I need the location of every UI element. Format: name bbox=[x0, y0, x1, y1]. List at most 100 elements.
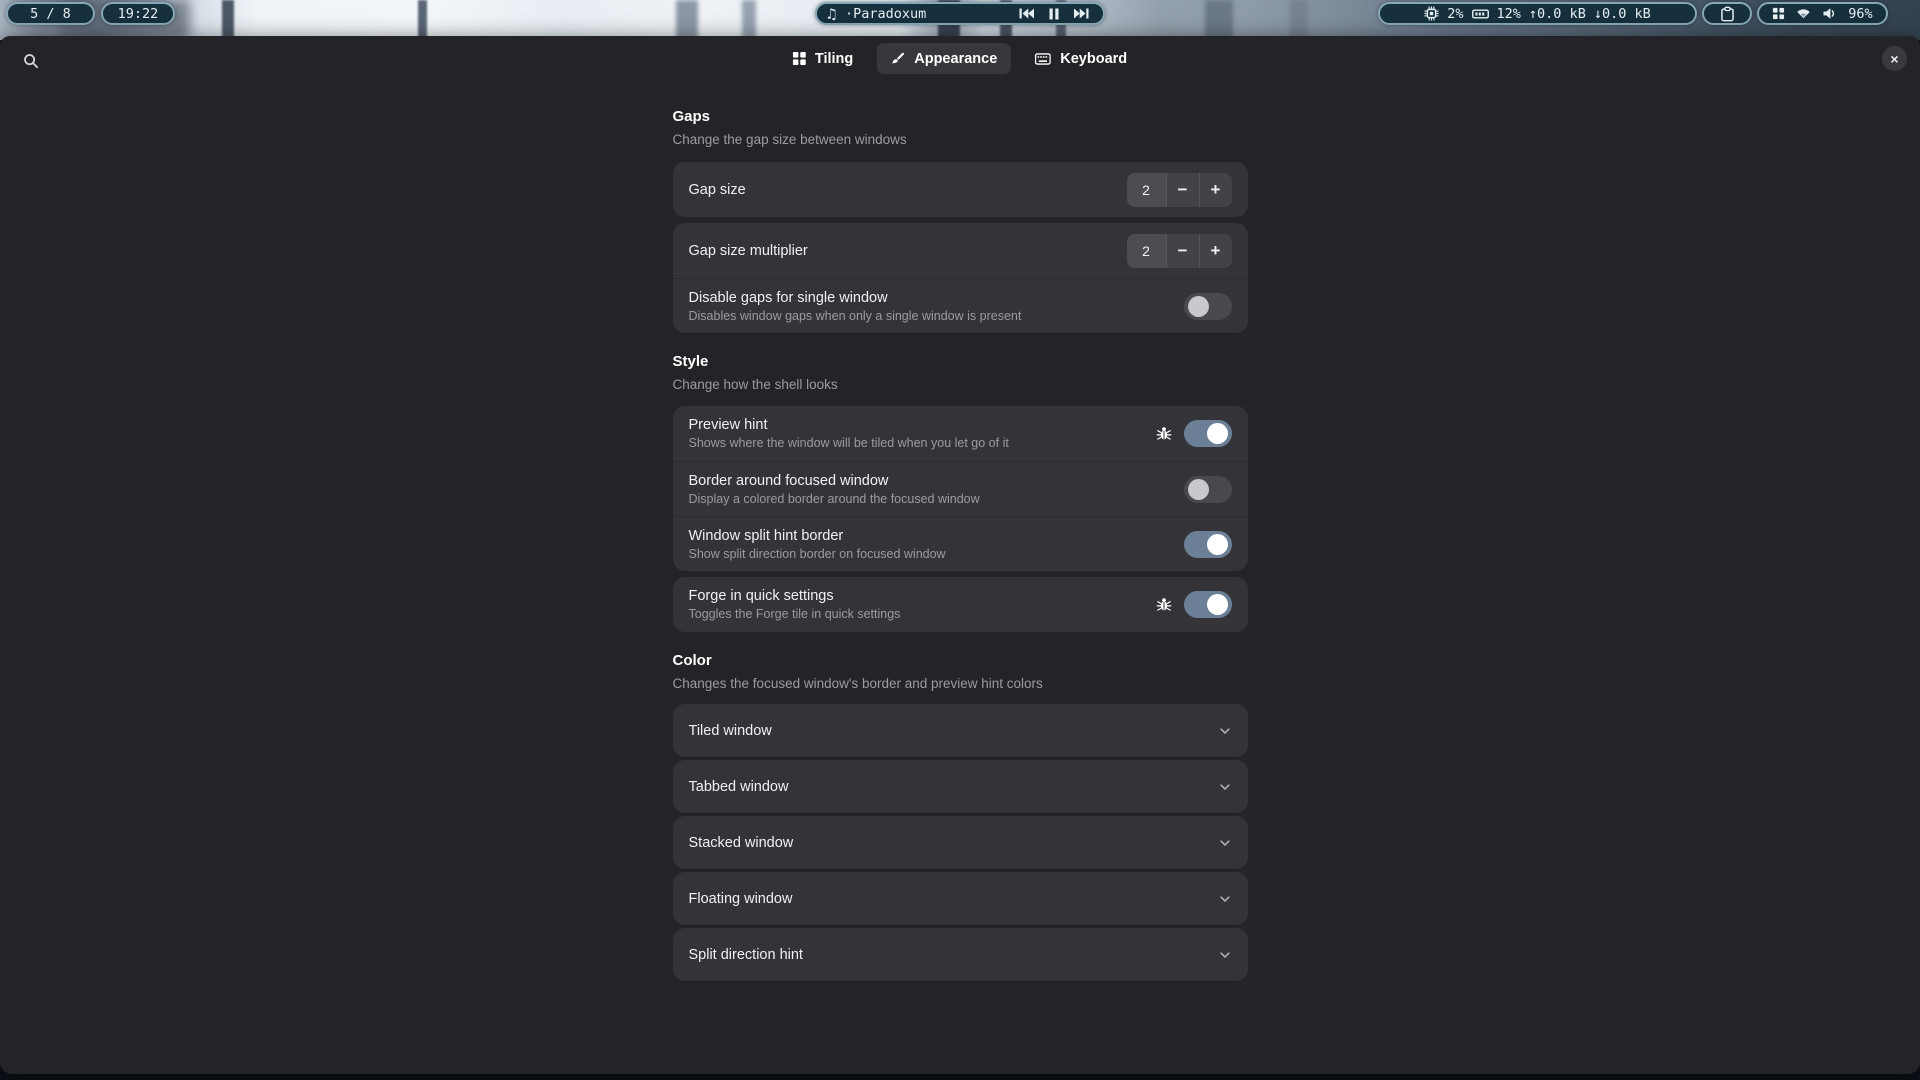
gap-size-value[interactable]: 2 bbox=[1127, 173, 1166, 207]
disable-gaps-single-title: Disable gaps for single window bbox=[689, 289, 1184, 307]
clipboard-pill[interactable] bbox=[1702, 2, 1752, 25]
tab-appearance[interactable]: Appearance bbox=[877, 43, 1011, 74]
disable-gaps-single-toggle[interactable] bbox=[1184, 293, 1232, 320]
gap-size-row: Gap size 2 − + bbox=[673, 162, 1248, 217]
gap-size-card: Gap size 2 − + bbox=[673, 162, 1248, 217]
gap-size-increment-button[interactable]: + bbox=[1199, 173, 1232, 207]
wallpaper-shape bbox=[1205, 0, 1233, 40]
memory-usage: 12% bbox=[1497, 6, 1521, 22]
paintbrush-icon bbox=[891, 52, 905, 66]
tiling-icon bbox=[793, 52, 806, 65]
quick-settings-row: Forge in quick settings Toggles the Forg… bbox=[673, 577, 1248, 632]
style-section-subtitle: Change how the shell looks bbox=[673, 377, 1248, 393]
expander-tabbed-window[interactable]: Tabbed window bbox=[673, 760, 1248, 813]
window-header: Tiling Appearance Keyboard × bbox=[0, 36, 1920, 82]
appearance-page: Gaps Change the gap size between windows… bbox=[673, 108, 1248, 981]
previous-track-icon[interactable] bbox=[1019, 8, 1034, 19]
close-icon: × bbox=[1890, 52, 1898, 66]
battery-percentage: 96% bbox=[1848, 6, 1872, 22]
network-download: ↓0.0 kB bbox=[1594, 6, 1651, 22]
color-section-subtitle: Changes the focused window's border and … bbox=[673, 676, 1248, 692]
tab-tiling-label: Tiling bbox=[815, 51, 853, 67]
system-stats-pill[interactable]: 2% 12% ↑0.0 kB ↓0.0 kB bbox=[1378, 2, 1697, 25]
quick-settings-title: Forge in quick settings bbox=[689, 587, 1156, 605]
workspace-indicator-label: 5 / 8 bbox=[30, 6, 71, 22]
gap-size-label: Gap size bbox=[689, 181, 1127, 199]
music-note-icon: ♫ bbox=[827, 5, 836, 23]
wallpaper-shape bbox=[222, 0, 234, 40]
cpu-usage: 2% bbox=[1447, 6, 1463, 22]
wallpaper-shape bbox=[676, 0, 698, 40]
media-player-pill[interactable]: ♫ ·Paradoxum bbox=[815, 2, 1105, 25]
chevron-down-icon bbox=[1218, 836, 1232, 850]
gap-multiplier-spinbutton: 2 − + bbox=[1127, 234, 1232, 268]
wallpaper-shape bbox=[1290, 0, 1308, 40]
chevron-down-icon bbox=[1218, 948, 1232, 962]
focus-border-row: Border around focused window Display a c… bbox=[673, 461, 1248, 516]
network-upload: ↑0.0 kB bbox=[1529, 6, 1586, 22]
expander-floating-window-label: Floating window bbox=[689, 891, 1218, 907]
tab-tiling[interactable]: Tiling bbox=[779, 43, 867, 74]
wifi-icon bbox=[1796, 8, 1811, 19]
expander-tiled-window-label: Tiled window bbox=[689, 723, 1218, 739]
search-button[interactable] bbox=[17, 50, 39, 72]
gap-multiplier-decrement-button[interactable]: − bbox=[1166, 234, 1199, 268]
split-hint-border-title: Window split hint border bbox=[689, 527, 1184, 545]
disable-gaps-single-subtitle: Disables window gaps when only a single … bbox=[689, 309, 1184, 324]
quick-settings-card: Forge in quick settings Toggles the Forg… bbox=[673, 577, 1248, 632]
focus-border-title: Border around focused window bbox=[689, 472, 1184, 490]
tab-keyboard[interactable]: Keyboard bbox=[1021, 43, 1141, 74]
style-section-heading: Style bbox=[673, 353, 1248, 370]
close-button[interactable]: × bbox=[1882, 46, 1907, 71]
system-tray-pill[interactable]: 96% bbox=[1757, 2, 1888, 25]
preview-hint-title: Preview hint bbox=[689, 416, 1156, 434]
clock-pill[interactable]: 19:22 bbox=[101, 2, 175, 25]
experimental-bug-icon bbox=[1156, 425, 1172, 442]
tab-keyboard-label: Keyboard bbox=[1060, 51, 1127, 67]
expander-stacked-window[interactable]: Stacked window bbox=[673, 816, 1248, 869]
gap-options-card: Gap size multiplier 2 − + Disable gaps f… bbox=[673, 223, 1248, 333]
cpu-icon bbox=[1424, 6, 1439, 21]
expander-stacked-window-label: Stacked window bbox=[689, 835, 1218, 851]
view-switcher: Tiling Appearance Keyboard bbox=[779, 43, 1141, 74]
color-section-heading: Color bbox=[673, 652, 1248, 669]
clock-label: 19:22 bbox=[118, 6, 159, 22]
next-track-icon[interactable] bbox=[1074, 8, 1089, 19]
wallpaper-shape bbox=[418, 0, 427, 40]
volume-icon bbox=[1822, 7, 1837, 20]
expander-split-direction-hint[interactable]: Split direction hint bbox=[673, 928, 1248, 981]
apps-grid-icon bbox=[1772, 7, 1785, 20]
gaps-section-heading: Gaps bbox=[673, 108, 1248, 125]
gap-multiplier-value[interactable]: 2 bbox=[1127, 234, 1166, 268]
tab-appearance-label: Appearance bbox=[914, 51, 997, 67]
gap-size-decrement-button[interactable]: − bbox=[1166, 173, 1199, 207]
quick-settings-subtitle: Toggles the Forge tile in quick settings bbox=[689, 607, 1156, 622]
search-icon bbox=[23, 53, 39, 69]
chevron-down-icon bbox=[1218, 892, 1232, 906]
forge-preferences-window: Tiling Appearance Keyboard × Gaps Change… bbox=[0, 36, 1920, 1074]
expander-floating-window[interactable]: Floating window bbox=[673, 872, 1248, 925]
memory-icon bbox=[1472, 8, 1489, 20]
quick-settings-toggle[interactable] bbox=[1184, 591, 1232, 618]
gap-multiplier-increment-button[interactable]: + bbox=[1199, 234, 1232, 268]
preview-hint-toggle[interactable] bbox=[1184, 420, 1232, 447]
experimental-bug-icon bbox=[1156, 596, 1172, 613]
gaps-section-subtitle: Change the gap size between windows bbox=[673, 132, 1248, 148]
pause-icon[interactable] bbox=[1049, 8, 1059, 20]
chevron-down-icon bbox=[1218, 724, 1232, 738]
gap-size-spinbutton: 2 − + bbox=[1127, 173, 1232, 207]
preview-hint-row: Preview hint Shows where the window will… bbox=[673, 406, 1248, 461]
style-card: Preview hint Shows where the window will… bbox=[673, 406, 1248, 571]
chevron-down-icon bbox=[1218, 780, 1232, 794]
focus-border-subtitle: Display a colored border around the focu… bbox=[689, 492, 1184, 507]
preview-hint-subtitle: Shows where the window will be tiled whe… bbox=[689, 436, 1156, 451]
expander-tiled-window[interactable]: Tiled window bbox=[673, 704, 1248, 757]
workspace-indicator-pill[interactable]: 5 / 8 bbox=[6, 2, 95, 25]
disable-gaps-single-row: Disable gaps for single window Disables … bbox=[673, 278, 1248, 333]
wallpaper-shape bbox=[742, 0, 756, 40]
split-hint-border-toggle[interactable] bbox=[1184, 531, 1232, 558]
focus-border-toggle[interactable] bbox=[1184, 476, 1232, 503]
gap-multiplier-row: Gap size multiplier 2 − + bbox=[673, 223, 1248, 278]
expander-split-direction-hint-label: Split direction hint bbox=[689, 947, 1218, 963]
wallpaper-strip: 5 / 8 19:22 ♫ ·Paradoxum 2% 12% ↑0.0 kB … bbox=[0, 0, 1920, 40]
